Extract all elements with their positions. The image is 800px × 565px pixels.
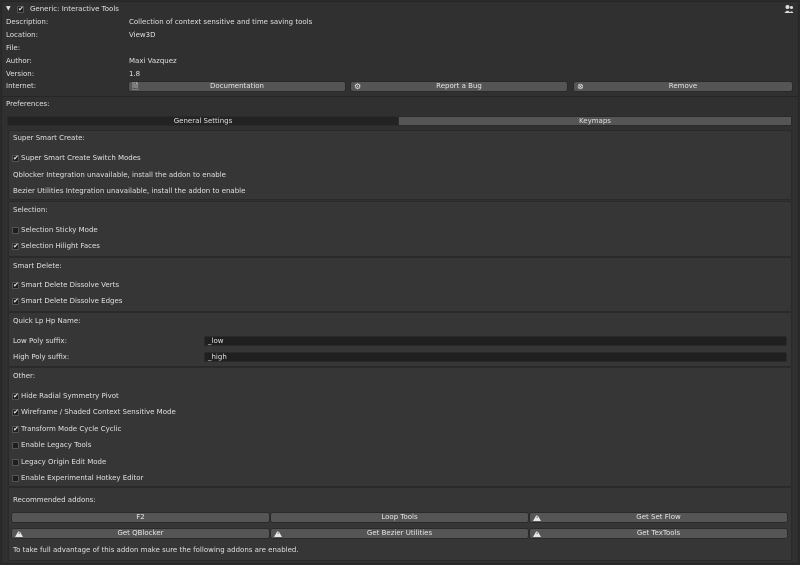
author-value: Maxi Vazquez <box>129 57 177 65</box>
bug-icon: ⚙ <box>354 82 362 91</box>
legacy-origin-label[interactable]: Legacy Origin Edit Mode <box>21 457 106 467</box>
tab-general-settings[interactable]: General Settings <box>7 116 399 126</box>
loop-tools-button[interactable]: Loop Tools <box>270 512 529 523</box>
selection-box <box>8 201 792 257</box>
warning-icon <box>533 530 541 537</box>
version-value: 1.8 <box>129 70 141 78</box>
close-icon: ⊗ <box>577 82 584 91</box>
location-value: View3D <box>129 31 156 39</box>
remove-label: Remove <box>668 82 698 90</box>
recommended-footer-note: To take full advantage of this addon mak… <box>13 546 299 554</box>
smart-delete-box <box>8 257 792 312</box>
transform-cycle-checkbox[interactable]: ✔ <box>12 426 19 433</box>
legacy-tools-label[interactable]: Enable Legacy Tools <box>21 440 91 450</box>
dissolve-verts-label[interactable]: Smart Delete Dissolve Verts <box>21 280 119 290</box>
description-value: Collection of context sensitive and time… <box>129 18 313 26</box>
loop-tools-label: Loop Tools <box>381 513 418 521</box>
hilight-faces-checkbox[interactable]: ✔ <box>12 243 19 250</box>
internet-label: Internet: <box>6 82 37 90</box>
wireframe-shaded-checkbox[interactable]: ✔ <box>12 409 19 416</box>
warning-icon <box>15 530 23 537</box>
recommended-title: Recommended addons: <box>13 496 96 504</box>
preferences-label: Preferences: <box>6 100 50 108</box>
high-poly-label: High Poly suffix: <box>13 353 70 361</box>
get-set-flow-button[interactable]: Get Set Flow <box>529 512 788 523</box>
sticky-mode-label[interactable]: Selection Sticky Mode <box>21 225 98 235</box>
get-textools-button[interactable]: Get TexTools <box>529 528 788 539</box>
help-icon: 🗎 <box>132 82 139 91</box>
dissolve-edges-checkbox[interactable]: ✔ <box>12 298 19 305</box>
f2-button[interactable]: F2 <box>11 512 270 523</box>
remove-button[interactable]: ⊗ Remove <box>573 81 793 92</box>
f2-label: F2 <box>136 513 145 521</box>
file-label: File: <box>6 44 21 52</box>
hotkey-editor-label[interactable]: Enable Experimental Hotkey Editor <box>21 473 143 483</box>
warning-icon <box>533 514 541 521</box>
radial-symmetry-label[interactable]: Hide Radial Symmetry Pivot <box>21 391 119 401</box>
documentation-button[interactable]: 🗎 Documentation <box>128 81 346 92</box>
radial-symmetry-checkbox[interactable]: ✔ <box>12 393 19 400</box>
hilight-faces-label[interactable]: Selection Hilight Faces <box>21 241 100 251</box>
smart-delete-title: Smart Delete: <box>13 262 62 270</box>
high-poly-suffix-input[interactable]: _high <box>204 352 787 362</box>
hotkey-editor-checkbox[interactable] <box>12 475 19 482</box>
wireframe-shaded-label[interactable]: Wireframe / Shaded Context Sensitive Mod… <box>21 407 176 417</box>
other-title: Other: <box>13 372 36 380</box>
other-box <box>8 367 792 487</box>
get-textools-label: Get TexTools <box>636 529 681 537</box>
documentation-label: Documentation <box>210 82 264 90</box>
super-smart-create-title: Super Smart Create: <box>13 134 85 142</box>
sticky-mode-checkbox[interactable] <box>12 227 19 234</box>
report-bug-label: Report a Bug <box>436 82 482 90</box>
author-label: Author: <box>6 57 32 65</box>
get-set-flow-label: Get Set Flow <box>636 513 681 521</box>
user-icon[interactable] <box>784 4 794 14</box>
dissolve-edges-label[interactable]: Smart Delete Dissolve Edges <box>21 296 122 306</box>
get-bezier-utilities-button[interactable]: Get Bezier Utilities <box>270 528 529 539</box>
addon-title: Generic: Interactive Tools <box>30 5 119 13</box>
get-qblocker-button[interactable]: Get QBlocker <box>11 528 270 539</box>
low-poly-suffix-input[interactable]: _low <box>204 336 787 346</box>
selection-title: Selection: <box>13 206 48 214</box>
version-label: Version: <box>6 70 35 78</box>
location-label: Location: <box>6 31 38 39</box>
get-bezier-utilities-label: Get Bezier Utilities <box>366 529 433 537</box>
report-bug-button[interactable]: ⚙ Report a Bug <box>350 81 568 92</box>
tab-keymaps[interactable]: Keymaps <box>398 116 792 126</box>
legacy-tools-checkbox[interactable] <box>12 442 19 449</box>
transform-cycle-label[interactable]: Transform Mode Cycle Cyclic <box>21 424 121 434</box>
legacy-origin-checkbox[interactable] <box>12 459 19 466</box>
switch-modes-checkbox[interactable]: ✔ <box>12 155 19 162</box>
switch-modes-label[interactable]: Super Smart Create Switch Modes <box>21 153 141 163</box>
expand-toggle-icon[interactable]: ▼ <box>6 4 11 14</box>
addon-enable-checkbox[interactable]: ✔ <box>17 6 24 13</box>
qblocker-note: Qblocker Integration unavailable, instal… <box>13 171 226 179</box>
get-qblocker-label: Get QBlocker <box>117 529 164 537</box>
dissolve-verts-checkbox[interactable]: ✔ <box>12 282 19 289</box>
warning-icon <box>274 530 282 537</box>
bezier-note: Bezier Utilities Integration unavailable… <box>13 187 246 195</box>
description-label: Description: <box>6 18 49 26</box>
quick-lp-hp-title: Quick Lp Hp Name: <box>13 317 81 325</box>
low-poly-label: Low Poly suffix: <box>13 337 67 345</box>
